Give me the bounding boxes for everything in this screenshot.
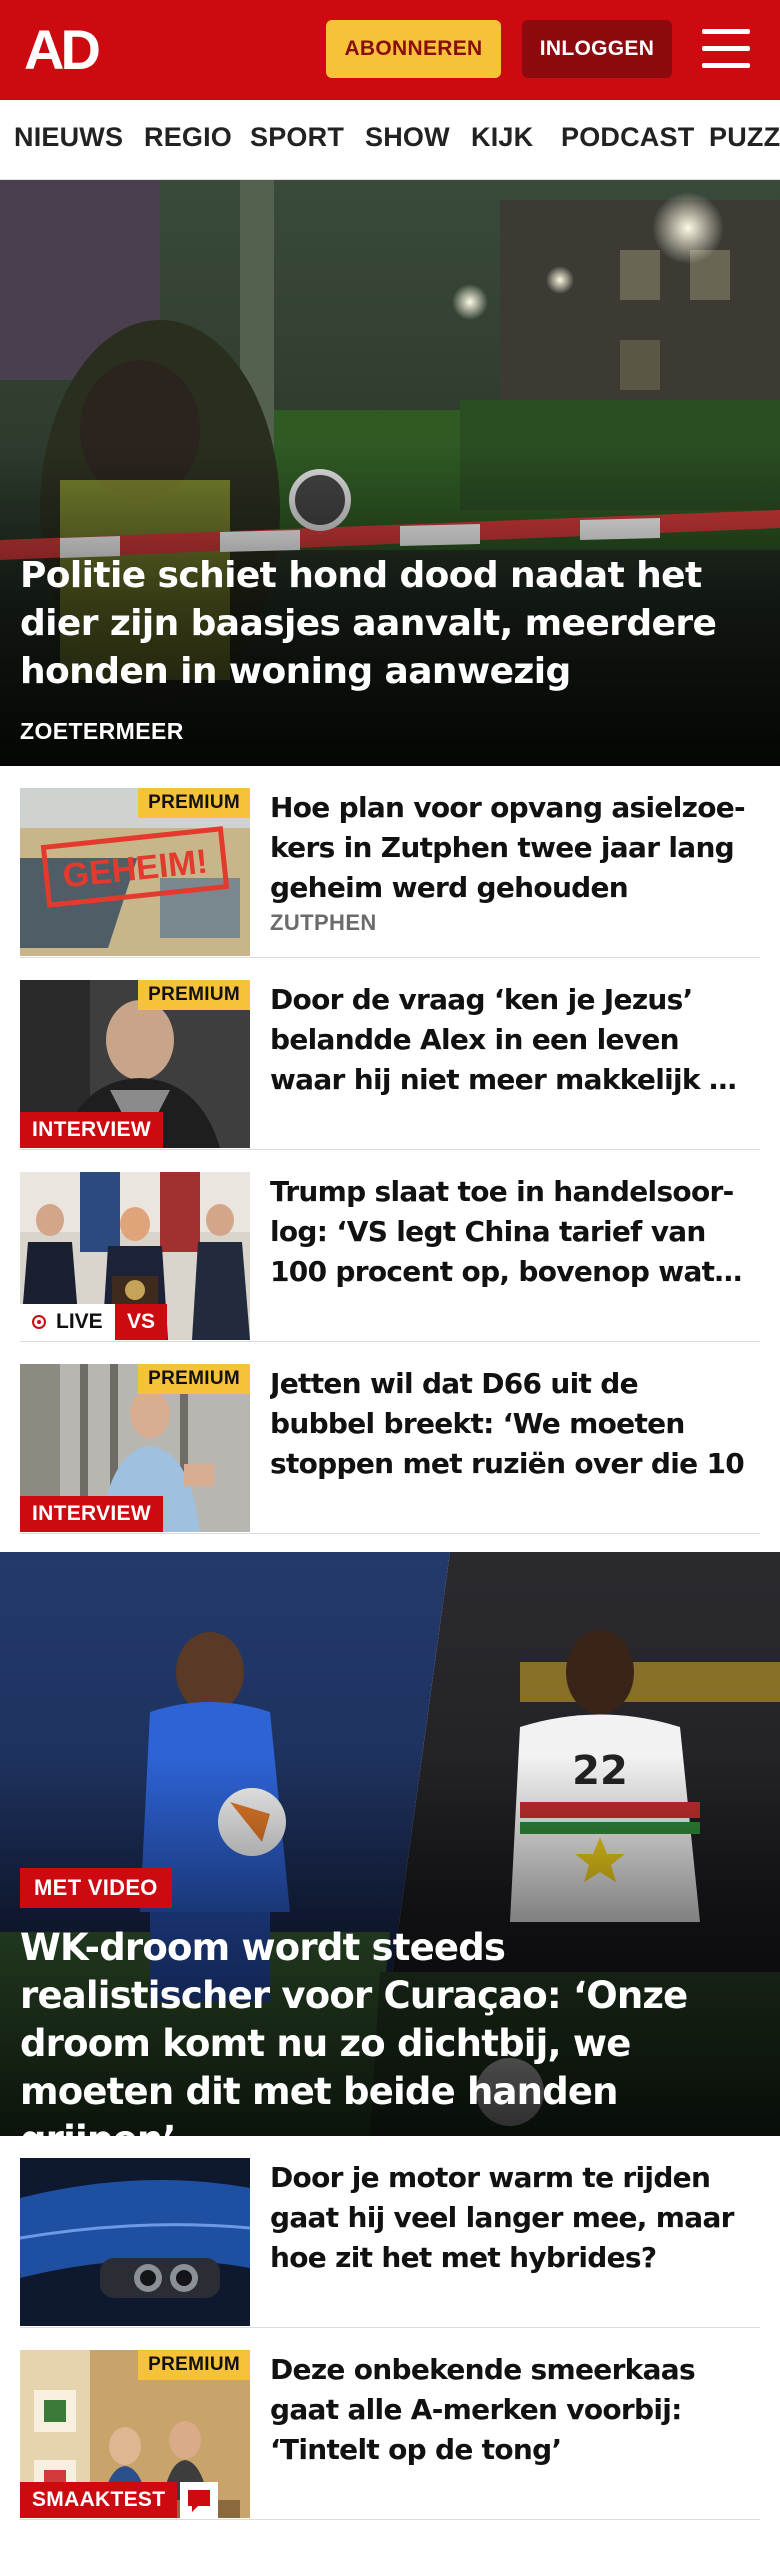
hero-headline[interactable]: Politie schiet hond dood nadat het dier … <box>20 552 750 696</box>
subscribe-button[interactable]: ABONNEREN <box>326 20 501 78</box>
site-logo[interactable]: AD <box>24 22 116 78</box>
nav-item-podcast[interactable]: PODCAST <box>561 122 694 153</box>
article-row[interactable]: PREMIUM SMAAKTEST Deze onbekende smeerka… <box>20 2328 760 2520</box>
feature-headline[interactable]: WK-droom wordt steeds realistischer voor… <box>20 1924 765 2136</box>
article-thumbnail: GEHEIM! PREMIUM <box>20 788 250 956</box>
smaaktest-badge: SMAAKTEST <box>20 2482 178 2518</box>
article-headline[interactable]: Deze onbekende smeerkaas gaat alle A-mer… <box>270 2350 750 2470</box>
article-headline[interactable]: Door de vraag ‘ken je Jezus’ belandde Al… <box>270 980 750 1100</box>
interview-badge: INTERVIEW <box>20 1496 163 1532</box>
nav-item-kijk[interactable]: KIJK <box>471 122 533 153</box>
article-row[interactable]: Door je motor warm te rijden gaat hij ve… <box>20 2136 760 2328</box>
hero-location-label: ZOETERMEER <box>20 718 184 744</box>
section-nav: NIEUWS REGIO SPORT SHOW KIJK PODCAST PUZ… <box>0 100 780 180</box>
comment-icon[interactable] <box>180 2482 218 2518</box>
article-headline[interactable]: Door je motor warm te rijden gaat hij ve… <box>270 2158 750 2278</box>
nav-item-show[interactable]: SHOW <box>365 122 450 153</box>
premium-badge: PREMIUM <box>138 788 250 818</box>
hero-article[interactable]: Politie schiet hond dood nadat het dier … <box>0 180 780 766</box>
hamburger-menu-icon[interactable] <box>702 27 750 71</box>
article-headline[interactable]: Hoe plan voor opvang asielzoe-kers in Zu… <box>270 788 750 908</box>
premium-badge: PREMIUM <box>138 980 250 1010</box>
article-row[interactable]: PREMIUM INTERVIEW Door de vraag ‘ken je … <box>20 958 760 1150</box>
live-label: LIVE <box>56 1310 103 1333</box>
article-thumbnail: LIVE VS <box>20 1172 250 1340</box>
article-thumbnail: PREMIUM INTERVIEW <box>20 1364 250 1532</box>
article-thumbnail: PREMIUM SMAAKTEST <box>20 2350 250 2518</box>
top-bar: AD ABONNEREN INLOGGEN <box>0 0 780 100</box>
article-row[interactable]: LIVE VS Trump slaat toe in handelsoor-lo… <box>20 1150 760 1342</box>
article-headline[interactable]: Jetten wil dat D66 uit de bubbel breekt:… <box>270 1364 750 1484</box>
video-badge: MET VIDEO <box>20 1868 172 1908</box>
nav-item-nieuws[interactable]: NIEUWS <box>14 122 123 153</box>
article-headline[interactable]: Trump slaat toe in handelsoor-log: ‘VS l… <box>270 1172 750 1292</box>
login-button[interactable]: INLOGGEN <box>522 20 672 78</box>
premium-badge: PREMIUM <box>138 2350 250 2380</box>
article-thumbnail <box>20 2158 250 2326</box>
article-location-label: ZUTPHEN <box>270 910 377 935</box>
feature-article[interactable]: 22 MET VIDEO WK-droom wordt steeds reali… <box>0 1552 780 2136</box>
article-row[interactable]: GEHEIM! PREMIUM Hoe plan voor opvang asi… <box>20 766 760 958</box>
nav-item-puzzel[interactable]: PUZZ <box>709 122 780 153</box>
premium-badge: PREMIUM <box>138 1364 250 1394</box>
article-thumbnail: PREMIUM INTERVIEW <box>20 980 250 1148</box>
live-badge: LIVE <box>20 1304 115 1340</box>
nav-item-regio[interactable]: REGIO <box>144 122 232 153</box>
interview-badge: INTERVIEW <box>20 1112 163 1148</box>
vs-badge: VS <box>115 1304 167 1340</box>
live-indicator-icon <box>32 1315 46 1329</box>
article-row[interactable]: PREMIUM INTERVIEW Jetten wil dat D66 uit… <box>20 1342 760 1534</box>
nav-item-sport[interactable]: SPORT <box>250 122 344 153</box>
